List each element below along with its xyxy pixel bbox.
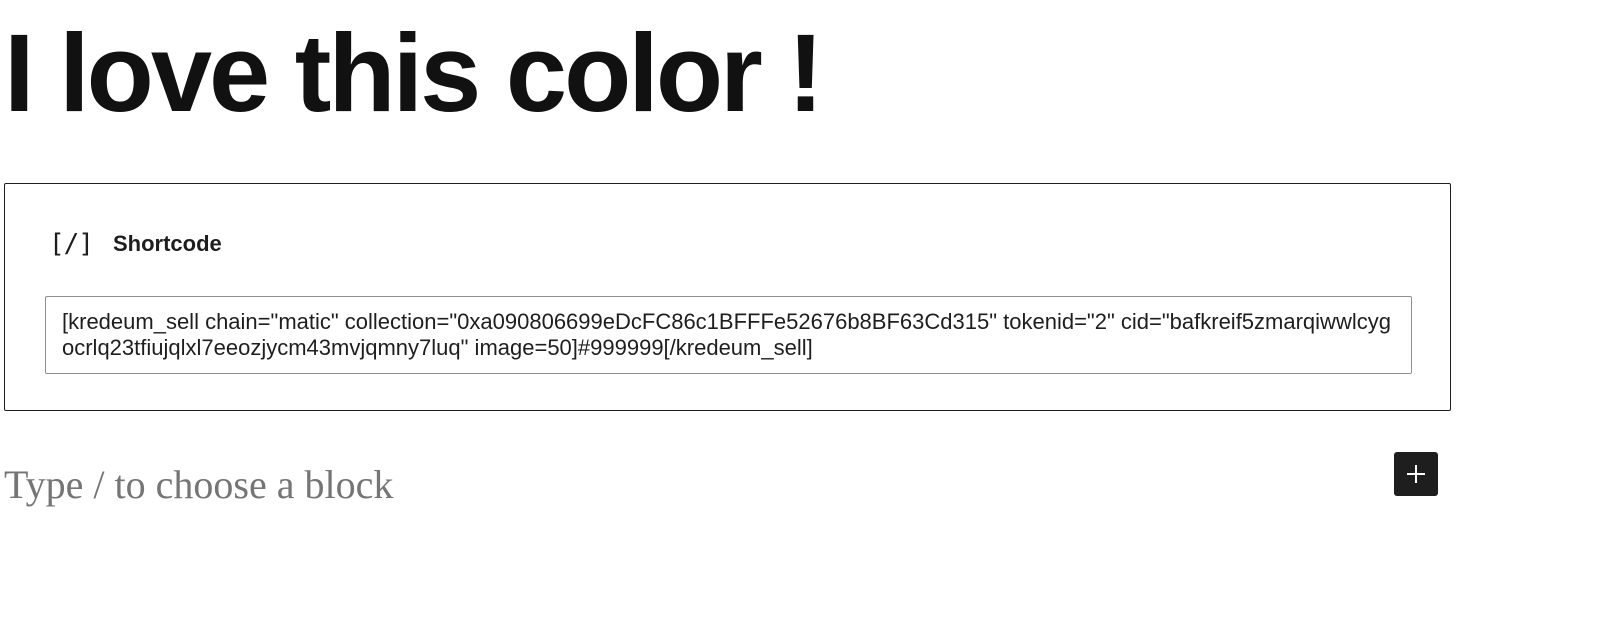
shortcode-block[interactable]: [/] Shortcode [kredeum_sell chain="matic… bbox=[4, 183, 1451, 411]
add-block-button[interactable] bbox=[1394, 452, 1438, 496]
block-label: Shortcode bbox=[112, 231, 222, 256]
post-title[interactable]: I love this color ! bbox=[4, 4, 824, 144]
block-placeholder[interactable]: Type / to choose a block bbox=[4, 460, 393, 510]
block-label-row: [/] Shortcode bbox=[49, 228, 222, 260]
shortcode-textarea[interactable]: [kredeum_sell chain="matic" collection="… bbox=[45, 296, 1412, 374]
shortcode-icon: [/] bbox=[49, 229, 94, 259]
plus-icon bbox=[1407, 465, 1425, 483]
